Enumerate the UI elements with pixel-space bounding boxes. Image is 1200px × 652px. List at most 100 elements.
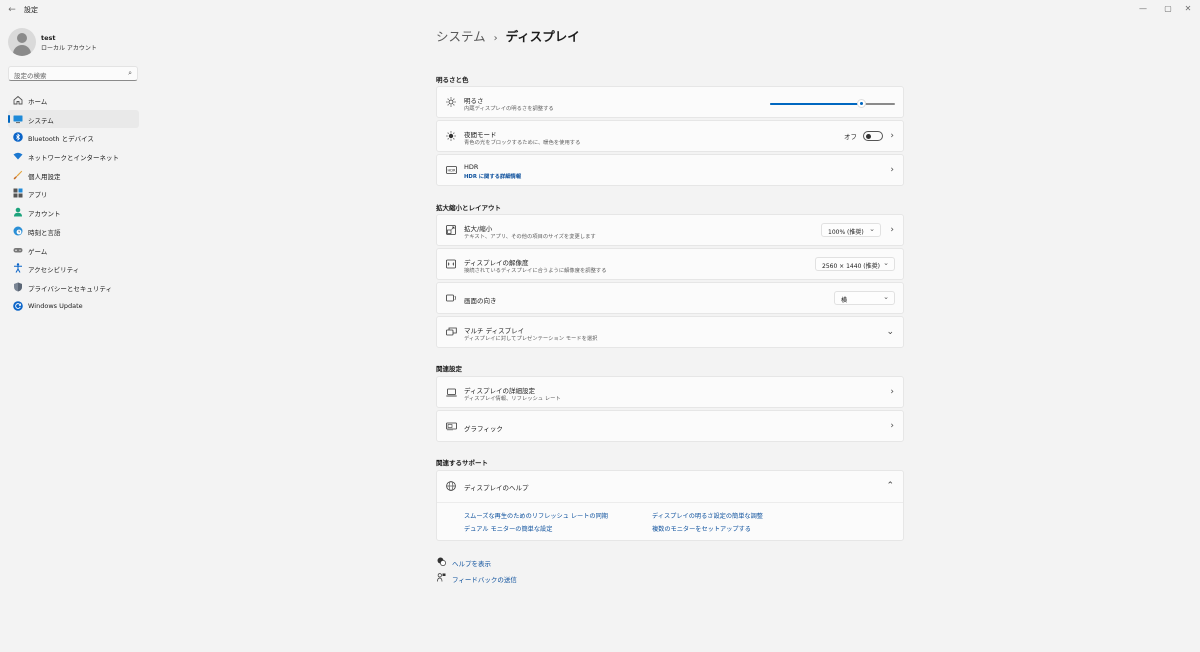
brightness-slider-thumb[interactable] (856, 99, 866, 108)
scale-dropdown[interactable]: 100% (推奨) ⌄ (821, 223, 881, 237)
orientation-value: 横 (841, 297, 848, 304)
scale-card[interactable]: 拡大/縮小 テキスト、アプリ、その他の項目のサイズを変更します 100% (推奨… (436, 214, 904, 246)
multi-display-icon (445, 326, 457, 338)
divider (437, 502, 903, 503)
chevron-down-icon: ⌄ (886, 327, 894, 337)
sidebar-item-bluetooth[interactable]: Bluetooth とデバイス (8, 128, 139, 147)
hdr-icon: HDR (445, 164, 457, 176)
night-light-toggle[interactable] (863, 131, 883, 141)
svg-text:HDR: HDR (447, 169, 455, 173)
chevron-up-icon[interactable]: ⌃ (886, 481, 894, 491)
get-help-link[interactable]: ヘルプを表示 (437, 557, 491, 568)
night-light-card[interactable]: 夜間モード 青色の光をブロックするために、暖色を使用する オフ › (436, 120, 904, 152)
hdr-info-link[interactable]: HDR に関する詳細情報 (464, 172, 521, 180)
resolution-icon (445, 258, 457, 270)
resolution-dropdown[interactable]: 2560 × 1440 (推奨) ⌄ (815, 257, 895, 271)
globe-clock-icon (13, 226, 23, 236)
avatar (8, 28, 36, 56)
section-title-related-settings: 関連設定 (436, 365, 462, 373)
scale-value: 100% (推奨) (828, 229, 864, 236)
accessibility-icon (13, 263, 23, 273)
orientation-card: 画面の向き 横 ⌄ (436, 282, 904, 314)
get-help-label: ヘルプを表示 (452, 560, 491, 568)
resolution-card: ディスプレイの解像度 接続されているディスプレイに合うように解像度を調整する 2… (436, 248, 904, 280)
hdr-title: HDR (464, 163, 479, 171)
graphics-card-icon (445, 420, 457, 432)
window-title: 設定 (24, 6, 38, 14)
display-help-card: ディスプレイのヘルプ ⌃ スムーズな再生のためのリフレッシュ レートの同期 ディ… (436, 470, 904, 541)
sidebar-item-windows-update[interactable]: Windows Update (8, 297, 139, 316)
shield-icon (13, 282, 23, 292)
graphics-card[interactable]: グラフィック › (436, 410, 904, 442)
sidebar-item-accessibility[interactable]: アクセシビリティ (8, 259, 139, 278)
help-link-multi-monitor[interactable]: 複数のモニターをセットアップする (652, 524, 751, 533)
user-name: test (41, 34, 56, 42)
advanced-display-subtitle: ディスプレイ情報、リフレッシュ レート (464, 396, 561, 402)
close-button[interactable]: ✕ (1181, 3, 1195, 15)
minimize-button[interactable]: — (1136, 3, 1150, 15)
orientation-title: 画面の向き (464, 297, 497, 305)
globe-icon (445, 480, 457, 492)
sidebar-item-home[interactable]: ホーム (8, 91, 139, 110)
home-icon (13, 95, 23, 105)
section-title-scale-layout: 拡大縮小とレイアウト (436, 204, 501, 212)
search-input[interactable]: 設定の検索 ⌕ (8, 66, 138, 81)
brightness-card: 明るさ 内蔵ディスプレイの明るさを調整する (436, 86, 904, 118)
multi-display-card[interactable]: マルチ ディスプレイ ディスプレイに対してプレゼンテーション モードを選択 ⌄ (436, 316, 904, 348)
night-light-subtitle: 青色の光をブロックするために、暖色を使用する (464, 140, 581, 146)
game-icon (13, 245, 23, 255)
brightness-subtitle: 内蔵ディスプレイの明るさを調整する (464, 106, 554, 112)
brightness-slider[interactable] (770, 99, 895, 108)
sidebar-item-personalization[interactable]: 個人用設定 (8, 166, 139, 185)
chevron-down-icon: ⌄ (869, 225, 875, 233)
resolution-subtitle: 接続されているディスプレイに合うように解像度を調整する (464, 268, 607, 274)
advanced-display-card[interactable]: ディスプレイの詳細設定 ディスプレイ情報、リフレッシュ レート › (436, 376, 904, 408)
hdr-card[interactable]: HDR HDR HDR に関する詳細情報 › (436, 154, 904, 186)
night-light-state: オフ (844, 133, 857, 141)
section-title-brightness-color: 明るさと色 (436, 76, 469, 84)
account-type: ローカル アカウント (41, 45, 97, 52)
section-title-related-support: 関連するサポート (436, 459, 488, 467)
sidebar-item-gaming[interactable]: ゲーム (8, 241, 139, 260)
feedback-label: フィードバックの送信 (452, 576, 517, 584)
sidebar-item-accounts[interactable]: アカウント (8, 203, 139, 222)
search-icon: ⌕ (128, 69, 132, 77)
brightness-icon (445, 96, 457, 108)
sidebar-item-apps[interactable]: アプリ (8, 184, 139, 203)
maximize-button[interactable]: ▢ (1161, 3, 1175, 15)
network-icon (13, 151, 23, 161)
sidebar-item-time-language[interactable]: 時刻と言語 (8, 222, 139, 241)
sidebar-item-system[interactable]: システム (8, 109, 139, 129)
feedback-link[interactable]: フィードバックの送信 (437, 573, 517, 584)
system-icon (13, 114, 23, 124)
help-link-dual-monitor[interactable]: デュアル モニターの簡単な設定 (464, 524, 552, 533)
search-placeholder: 設定の検索 (14, 72, 47, 80)
sidebar-item-network[interactable]: ネットワークとインターネット (8, 147, 139, 166)
breadcrumb: システム › ディスプレイ (436, 26, 580, 45)
sidebar-item-privacy[interactable]: プライバシーとセキュリティ (8, 278, 139, 297)
apps-icon (13, 188, 23, 198)
chevron-down-icon: ⌄ (883, 293, 889, 301)
help-link-refresh-sync[interactable]: スムーズな再生のためのリフレッシュ レートの同期 (464, 511, 608, 520)
display-help-title[interactable]: ディスプレイのヘルプ (464, 482, 529, 492)
scale-subtitle: テキスト、アプリ、その他の項目のサイズを変更します (464, 234, 596, 240)
chevron-right-icon: › (890, 387, 894, 397)
chevron-right-icon: › (890, 165, 894, 175)
account-icon (13, 207, 23, 217)
orientation-dropdown[interactable]: 横 ⌄ (834, 291, 895, 305)
chevron-right-icon: › (890, 421, 894, 431)
breadcrumb-parent[interactable]: システム (436, 29, 486, 44)
night-light-icon (445, 130, 457, 142)
multi-display-subtitle: ディスプレイに対してプレゼンテーション モードを選択 (464, 336, 598, 342)
chevron-right-icon: › (890, 131, 894, 141)
help-chat-icon (437, 557, 447, 568)
orientation-icon (445, 292, 457, 304)
chevron-down-icon: ⌄ (883, 259, 889, 267)
back-arrow-icon[interactable]: ← (6, 4, 18, 16)
resolution-value: 2560 × 1440 (推奨) (822, 263, 880, 270)
laptop-icon (445, 386, 457, 398)
help-link-brightness[interactable]: ディスプレイの明るさ設定の簡単な調整 (652, 511, 763, 520)
bluetooth-icon (13, 132, 23, 143)
brush-icon (13, 170, 23, 180)
title-bar: ← 設定 — ▢ ✕ (0, 0, 1200, 20)
